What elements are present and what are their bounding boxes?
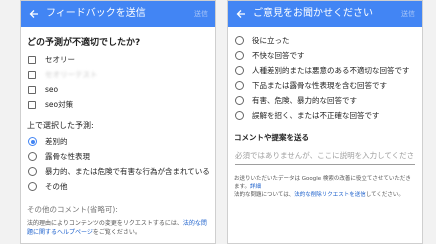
reason-radio-3[interactable]: 暴力的、または危険で有害な行為が含まれている	[21, 164, 215, 179]
prediction-label: セオリーテスト	[45, 70, 98, 79]
radio-icon[interactable]	[235, 81, 244, 90]
feedback-panel-right: ご意見をお聞かせください 送信 役に立った 不快な回答です 人種差別的または悪意…	[227, 0, 423, 244]
prediction-checkbox-4[interactable]: seo対策	[21, 97, 215, 112]
feedback-radio-5[interactable]: 有害、危険、暴力的な回答です	[228, 93, 422, 108]
legal-note-suffix: をご覧ください。	[92, 229, 141, 236]
checkbox-icon[interactable]	[28, 70, 36, 79]
reason-radio-2[interactable]: 露骨な性表現	[21, 149, 215, 164]
reason-label: 差別的	[45, 137, 68, 146]
feedback-radio-6[interactable]: 誤解を招く、または不正確な回答です	[228, 108, 422, 123]
prediction-checkbox-3[interactable]: seo	[21, 82, 215, 97]
radio-icon[interactable]	[235, 36, 244, 45]
back-arrow-icon[interactable]	[235, 8, 247, 20]
radio-icon[interactable]	[28, 152, 37, 161]
reason-radio-4[interactable]: その他	[21, 179, 215, 194]
header-title: フィードバックを送信	[46, 8, 146, 19]
prediction-label: seo	[45, 85, 59, 94]
feedback-option-label: 役に立った	[252, 36, 290, 45]
prediction-label: seo対策	[45, 100, 74, 109]
radio-icon[interactable]	[28, 167, 37, 176]
comment-input[interactable]: 必須ではありませんが、ここに説明を入力してください	[235, 150, 415, 165]
legal-removal-link[interactable]: 法的な削除リクエストを送信	[294, 192, 366, 198]
feedback-option-label: 誤解を招く、または不正確な回答です	[252, 111, 380, 120]
comment-label: その他のコメント(省略可):	[27, 205, 118, 214]
legal-note-text: 法的理由によりコンテンツの変更をリクエストするには、	[27, 220, 183, 227]
send-button[interactable]: 送信	[401, 9, 415, 19]
reason-radio-1[interactable]: 差別的	[21, 134, 215, 149]
footer-note: お送りいただいたデータは Google 検索の改善に役立てさせていただきます。詳…	[234, 175, 416, 199]
prediction-checkbox-2[interactable]: セオリーテスト	[21, 67, 215, 82]
reason-label: 暴力的、または危険で有害な行為が含まれている	[45, 167, 210, 176]
checkbox-icon[interactable]	[28, 85, 36, 94]
feedback-radio-4[interactable]: 下品または露骨な性表現を含む回答です	[228, 78, 422, 93]
header-bar: ご意見をお聞かせください 送信	[228, 1, 422, 27]
feedback-panel-left: フィードバックを送信 送信 どの予測が不適切でしたか? セオリー セオリーテスト…	[20, 0, 216, 244]
reason-label: その他	[45, 182, 68, 191]
radio-icon[interactable]	[235, 111, 244, 120]
footer-text-2: 法的な問題については、	[234, 192, 295, 198]
header-bar: フィードバックを送信 送信	[21, 1, 215, 27]
radio-icon[interactable]	[28, 182, 37, 191]
footer-suffix: してください。	[365, 192, 404, 198]
feedback-radio-1[interactable]: 役に立った	[228, 33, 422, 48]
details-link[interactable]: 詳細	[250, 184, 261, 190]
radio-icon[interactable]	[235, 51, 244, 60]
radio-icon[interactable]	[235, 66, 244, 75]
checkbox-icon[interactable]	[28, 100, 36, 109]
feedback-option-label: 有害、危険、暴力的な回答です	[252, 96, 357, 105]
question-heading: どの予測が不適切でしたか?	[27, 38, 141, 48]
back-arrow-icon[interactable]	[28, 8, 40, 20]
send-button[interactable]: 送信	[194, 9, 208, 19]
reason-label: 露骨な性表現	[45, 152, 90, 161]
radio-selected-icon[interactable]	[28, 137, 37, 146]
feedback-option-label: 不快な回答です	[252, 51, 305, 60]
feedback-option-label: 下品または露骨な性表現を含む回答です	[252, 81, 387, 90]
legal-note: 法的理由によりコンテンツの変更をリクエストするには、法的な問題に関するヘルプペー…	[27, 219, 209, 237]
prediction-label: セオリー	[45, 55, 75, 64]
feedback-option-label: 人種差別的または悪意のある不適切な回答です	[252, 66, 410, 75]
comment-section-heading: コメントや提案を送る	[234, 133, 309, 142]
section-label: 上で選択した予測:	[27, 121, 94, 130]
checkbox-icon[interactable]	[28, 55, 36, 64]
feedback-radio-2[interactable]: 不快な回答です	[228, 48, 422, 63]
header-title: ご意見をお聞かせください	[253, 8, 373, 19]
feedback-radio-3[interactable]: 人種差別的または悪意のある不適切な回答です	[228, 63, 422, 78]
radio-icon[interactable]	[235, 96, 244, 105]
prediction-checkbox-1[interactable]: セオリー	[21, 52, 215, 67]
